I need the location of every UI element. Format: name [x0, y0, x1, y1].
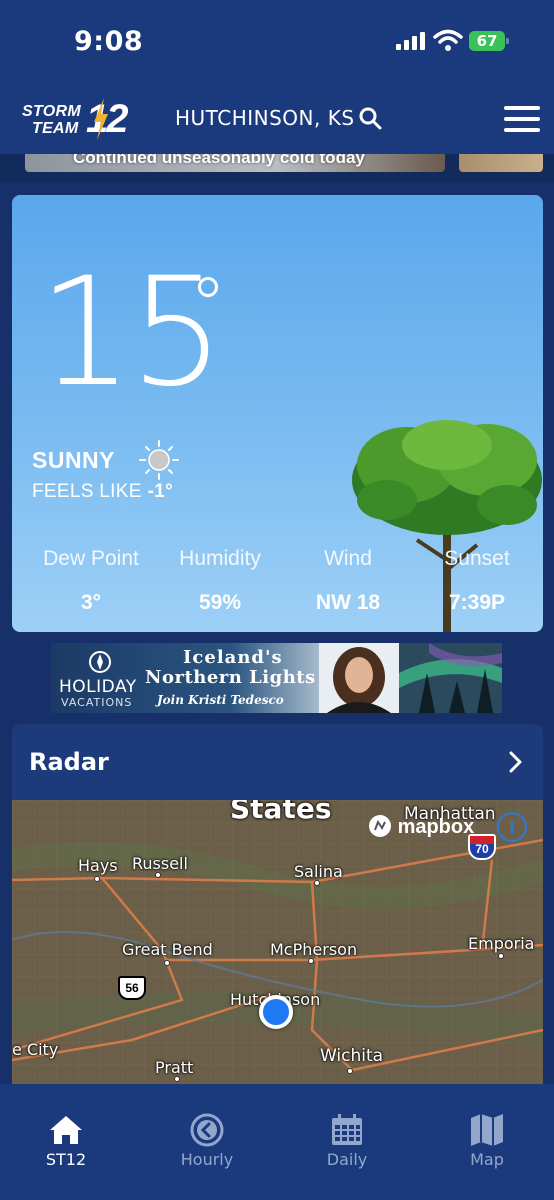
home-icon — [50, 1116, 82, 1144]
map-label-pratt: Pratt — [155, 1058, 194, 1077]
us-route-shield: 56 — [118, 976, 146, 1000]
location-name[interactable]: HUTCHINSON, KS — [175, 106, 355, 130]
tab-label: Map — [470, 1150, 504, 1169]
status-bar: 9:08 67 — [0, 0, 554, 84]
ad-brand-line2: VACATIONS — [61, 696, 133, 709]
map-label-states: States — [230, 800, 332, 825]
degree-symbol — [198, 277, 218, 297]
stat-value: NW 18 — [315, 591, 381, 614]
map-label-wichita: Wichita — [320, 1046, 384, 1066]
stat-wind: Wind NW 18 — [283, 547, 413, 615]
host-photo — [319, 643, 399, 713]
wifi-icon — [433, 29, 463, 51]
chevron-right-icon[interactable] — [506, 750, 526, 774]
stat-value: 7:39P — [448, 591, 506, 614]
storm-team-12-logo[interactable]: STORM TEAM 12 — [22, 96, 136, 142]
radar-map[interactable]: States Manhattan Hays Russell Salina Gre… — [12, 800, 543, 1084]
map-label-mcpherson: McPherson — [270, 940, 358, 959]
cellular-signal-icon — [396, 32, 426, 50]
map-label-russell: Russell — [132, 854, 188, 873]
stat-humidity: Humidity 59% — [155, 547, 285, 615]
tab-label: Daily — [326, 1150, 368, 1169]
map-label-salina: Salina — [294, 862, 343, 881]
mapbox-logo-icon — [369, 815, 391, 837]
battery-level: 67 — [476, 32, 498, 50]
tab-label: ST12 — [45, 1150, 87, 1169]
map-icon — [471, 1114, 503, 1146]
tab-st12[interactable]: ST12 — [16, 1112, 116, 1169]
battery-indicator: 67 — [469, 31, 509, 51]
stat-dew-point: Dew Point 3° — [26, 547, 156, 615]
clock-back-icon — [190, 1113, 224, 1147]
search-icon[interactable] — [358, 106, 382, 130]
city-marker — [347, 1068, 353, 1074]
ad-title-line2: Northern Lights — [145, 667, 316, 688]
tab-label: Hourly — [180, 1150, 234, 1169]
tab-daily[interactable]: Daily — [297, 1112, 397, 1169]
city-marker — [314, 880, 320, 886]
compass-icon — [89, 651, 111, 673]
bottom-tab-bar: ST12 Hourly Daily Map — [0, 1084, 554, 1200]
mapbox-text: mapbox — [397, 816, 475, 838]
condition-text: SUNNY — [32, 447, 116, 473]
map-label-great-bend: Great Bend — [122, 940, 213, 959]
sun-icon — [139, 440, 179, 480]
stat-sunset: Sunset 7:39P — [412, 547, 542, 615]
city-marker — [155, 872, 161, 878]
radar-title: Radar — [29, 748, 109, 776]
feels-like-label: FEELS LIKE — [32, 481, 142, 502]
city-marker — [308, 958, 314, 964]
feels-like-value: -1° — [147, 481, 174, 502]
mapbox-attribution[interactable]: mapbox — [368, 814, 474, 839]
tab-map[interactable]: Map — [437, 1112, 537, 1169]
logo-line1: STORM — [22, 103, 81, 120]
city-marker — [174, 1076, 180, 1082]
status-time: 9:08 — [74, 26, 144, 57]
feels-like: FEELS LIKE -1° — [32, 481, 173, 503]
ad-title-line1: Iceland's — [183, 647, 283, 668]
logo-line2: TEAM — [32, 120, 79, 137]
northern-lights-photo — [399, 643, 502, 713]
app-header: STORM TEAM 12 HUTCHINSON, KS — [0, 84, 554, 154]
lightning-bolt-icon — [94, 98, 108, 140]
hamburger-menu-icon[interactable] — [504, 106, 540, 132]
map-label-hays: Hays — [78, 856, 118, 875]
city-marker — [164, 960, 170, 966]
stat-value: 59% — [198, 591, 242, 614]
current-location-pin — [259, 995, 293, 1029]
news-card[interactable] — [459, 154, 543, 172]
stat-label: Humidity — [179, 547, 261, 570]
interstate-number: 70 — [475, 842, 489, 856]
ad-banner[interactable]: HOLIDAY VACATIONS Iceland's Northern Lig… — [51, 643, 502, 713]
news-headline: Continued unseasonably cold today — [73, 154, 365, 167]
map-label-city: e City — [12, 1040, 59, 1059]
map-label-emporia: Emporia — [468, 934, 535, 953]
news-carousel-peek[interactable]: Continued unseasonably cold today — [0, 154, 554, 182]
current-temperature: 15 — [38, 246, 225, 420]
calendar-icon — [332, 1114, 362, 1145]
current-conditions-card[interactable]: 15 SUNNY FEELS LIKE -1° Dew Point 3° Humi… — [12, 195, 543, 632]
stat-label: Sunset — [444, 547, 510, 570]
city-marker — [498, 953, 504, 959]
stat-label: Dew Point — [43, 547, 139, 570]
stat-value: 3° — [80, 591, 102, 614]
stat-label: Wind — [324, 547, 372, 570]
tab-hourly[interactable]: Hourly — [157, 1112, 257, 1169]
city-marker — [94, 876, 100, 882]
radar-section-header[interactable]: Radar — [12, 724, 543, 800]
ad-subtitle: Join Kristi Tedesco — [157, 693, 284, 707]
ad-brand-line1: HOLIDAY — [59, 677, 137, 697]
map-info-icon[interactable]: i — [497, 812, 527, 842]
